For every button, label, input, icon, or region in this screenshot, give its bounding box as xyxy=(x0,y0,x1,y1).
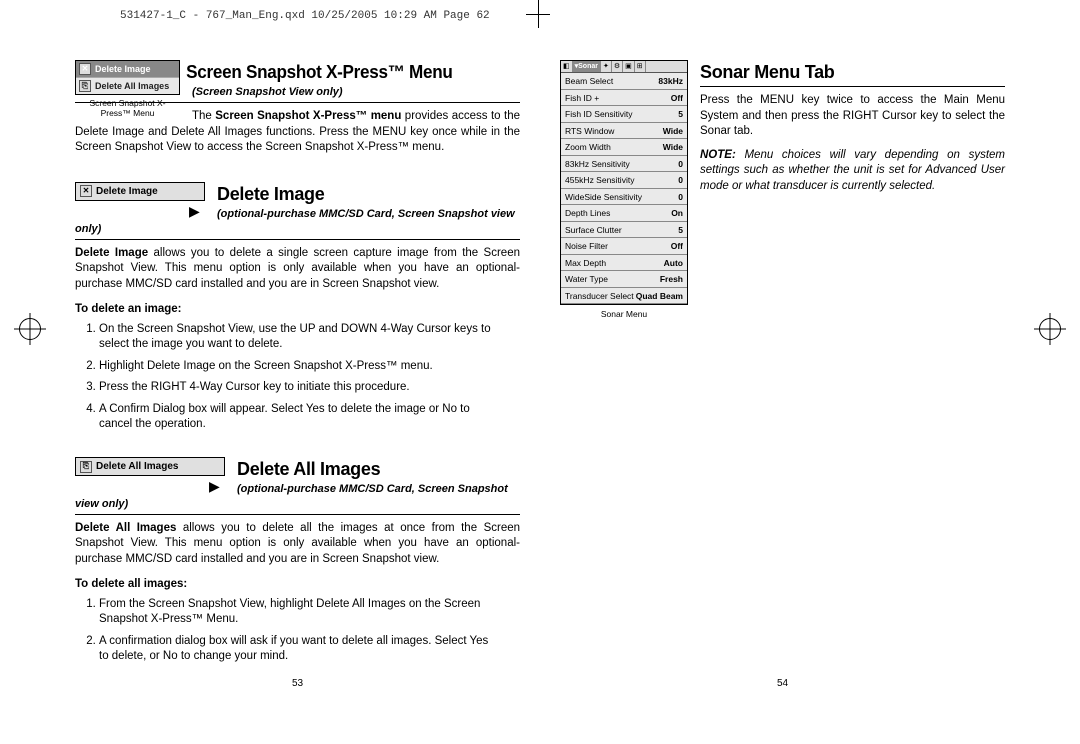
page-53: ✕ Delete Image ⎘ Delete All Images Scree… xyxy=(75,30,520,690)
sonar-menu-item: Zoom Width Wide xyxy=(561,139,687,155)
sonar-item-label: Water Type xyxy=(565,274,608,285)
step-item: On the Screen Snapshot View, use the UP … xyxy=(99,322,520,353)
prepress-slug: 531427-1_C - 767_Man_Eng.qxd 10/25/2005 … xyxy=(120,10,490,22)
sonar-menu-item: Depth Lines On xyxy=(561,205,687,221)
sonar-item-label: 455kHz Sensitivity xyxy=(565,175,634,186)
sonar-menu-item: Fish ID Sensitivity 5 xyxy=(561,106,687,122)
section-title-xpress: Screen Snapshot X-Press™ Menu xyxy=(75,60,498,84)
sonar-menu-item: 455kHz Sensitivity 0 xyxy=(561,172,687,188)
tab-icon: ⚙ xyxy=(612,61,623,72)
sonar-item-value: Quad Beam xyxy=(636,291,683,302)
tab-sonar: ▾Sonar xyxy=(573,61,601,72)
figure-label: Delete Image xyxy=(96,185,158,199)
page-number-left: 53 xyxy=(292,677,303,691)
instruction-heading: To delete an image: xyxy=(75,302,520,318)
sonar-menu-item: Transducer SelectQuad Beam xyxy=(561,288,687,304)
sonar-item-label: Depth Lines xyxy=(565,208,610,219)
delete-all-figure: ⎘ Delete All Images ▶ xyxy=(75,457,225,494)
sonar-tabbar: ◧ ▾Sonar ✦ ⚙ ▣ ⊞ xyxy=(561,61,687,73)
x-icon: ✕ xyxy=(80,185,92,197)
sonar-item-value: On xyxy=(671,208,683,219)
sonar-menu-item: WideSide Sensitivity 0 xyxy=(561,189,687,205)
section-body: Delete All Images allows you to delete a… xyxy=(75,521,520,568)
tab-icon: ⊞ xyxy=(635,61,646,72)
sonar-item-label: 83kHz Sensitivity xyxy=(565,159,630,170)
steps-list-delete-all: From the Screen Snapshot View, highlight… xyxy=(93,597,520,665)
sonar-menu-item: Fish ID + Off xyxy=(561,90,687,106)
sonar-item-label: WideSide Sensitivity xyxy=(565,192,642,203)
page-number-right: 54 xyxy=(777,677,788,691)
sonar-item-value: Wide xyxy=(663,142,683,153)
sonar-menu-item: Water Type Fresh xyxy=(561,271,687,287)
right-arrow-icon: ▶ xyxy=(75,204,205,218)
sonar-item-value: 5 xyxy=(678,109,683,120)
step-item: Highlight Delete Image on the Screen Sna… xyxy=(99,359,520,375)
sonar-item-label: Beam Select xyxy=(565,76,613,87)
sonar-item-value: 0 xyxy=(678,159,683,170)
figure-caption: Sonar Menu xyxy=(560,309,688,320)
sonar-menu-item: RTS Window Wide xyxy=(561,123,687,139)
section-body: Delete Image allows you to delete a sing… xyxy=(75,246,520,293)
right-arrow-icon: ▶ xyxy=(75,479,225,493)
sonar-item-value: 83kHz xyxy=(658,76,683,87)
sonar-item-value: 5 xyxy=(678,225,683,236)
sonar-item-value: Off xyxy=(671,93,683,104)
sonar-item-value: Fresh xyxy=(660,274,683,285)
registration-right xyxy=(1020,318,1080,340)
page-54: ◧ ▾Sonar ✦ ⚙ ▣ ⊞ Beam Select 83kHz Fish ID… xyxy=(560,30,1005,690)
registration-left xyxy=(0,318,60,340)
sonar-item-label: Noise Filter xyxy=(565,241,608,252)
steps-list-delete-image: On the Screen Snapshot View, use the UP … xyxy=(93,322,520,433)
sonar-menu-item: Surface Clutter 5 xyxy=(561,222,687,238)
sonar-item-label: RTS Window xyxy=(565,126,614,137)
sonar-menu-item: Beam Select 83kHz xyxy=(561,73,687,89)
sonar-item-label: Transducer Select xyxy=(565,291,634,302)
sonar-item-value: Wide xyxy=(663,126,683,137)
sonar-menu-item: 83kHz Sensitivity 0 xyxy=(561,156,687,172)
figure-caption: Screen Snapshot X-Press™ Menu xyxy=(75,99,180,118)
step-item: A Confirm Dialog box will appear. Select… xyxy=(99,402,520,433)
tab-icon: ◧ xyxy=(561,61,573,72)
step-item: From the Screen Snapshot View, highlight… xyxy=(99,597,520,628)
sonar-menu-item: Max Depth Auto xyxy=(561,255,687,271)
delete-image-figure: ✕ Delete Image ▶ xyxy=(75,182,205,219)
tab-icon: ▣ xyxy=(623,61,635,72)
rule xyxy=(700,86,1005,87)
sonar-menu-item: Noise Filter Off xyxy=(561,238,687,254)
sonar-item-label: Max Depth xyxy=(565,258,606,269)
figure-label: Delete All Images xyxy=(96,460,178,474)
step-item: A confirmation dialog box will ask if yo… xyxy=(99,634,520,665)
stack-icon: ⎘ xyxy=(80,461,92,473)
crop-mark xyxy=(526,14,550,15)
step-item: Press the RIGHT 4-Way Cursor key to init… xyxy=(99,380,520,396)
sonar-menu-figure: ◧ ▾Sonar ✦ ⚙ ▣ ⊞ Beam Select 83kHz Fish ID… xyxy=(560,60,688,320)
sonar-item-value: Off xyxy=(671,241,683,252)
sonar-item-label: Surface Clutter xyxy=(565,225,622,236)
sonar-item-value: 0 xyxy=(678,192,683,203)
sonar-item-label: Fish ID Sensitivity xyxy=(565,109,633,120)
instruction-heading: To delete all images: xyxy=(75,577,520,593)
sonar-item-label: Zoom Width xyxy=(565,142,611,153)
sonar-item-value: 0 xyxy=(678,175,683,186)
sonar-item-value: Auto xyxy=(664,258,683,269)
tab-icon: ✦ xyxy=(601,61,612,72)
sonar-item-label: Fish ID + xyxy=(565,93,599,104)
